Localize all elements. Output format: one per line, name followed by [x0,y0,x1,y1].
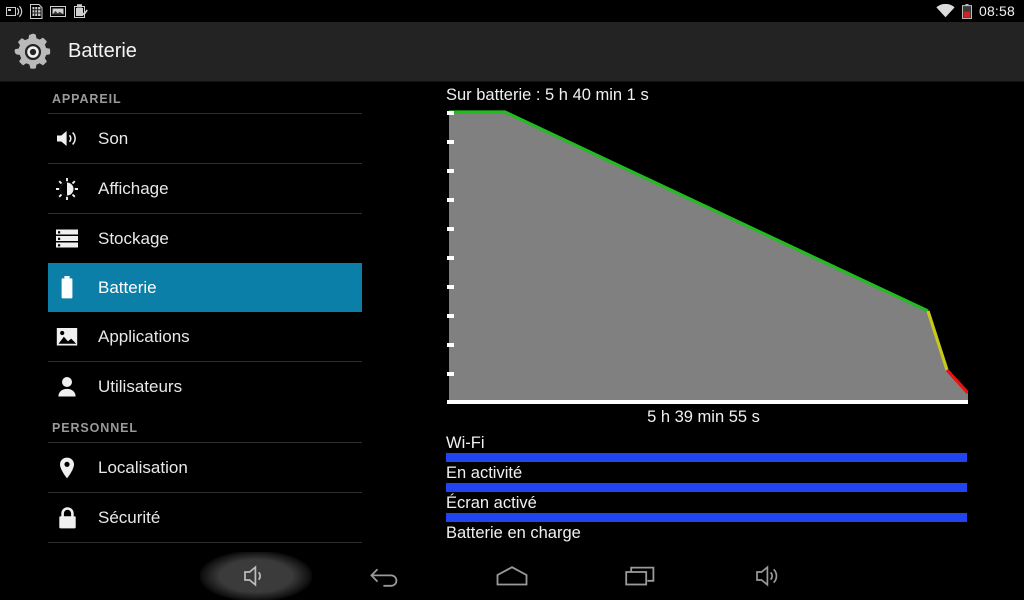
sidebar-item-label: Batterie [98,277,157,297]
sidebar-item-stockage[interactable]: Stockage [48,214,362,263]
sidebar-item-label: Sécurité [98,507,161,527]
sidebar-item-label: Applications [98,326,190,346]
location-pin-icon [54,455,80,481]
status-bar: 08:58 [0,0,1024,22]
volume-up-icon [756,565,778,587]
chart-area-fill [449,112,968,400]
settings-gear-icon[interactable] [12,31,54,73]
notification-icons[interactable] [0,3,88,19]
back-button[interactable] [328,552,440,600]
back-icon [370,568,398,587]
battery-usage-title: Sur batterie : 5 h 40 min 1 s [446,86,649,104]
action-bar: Batterie [0,22,1024,82]
sim-chip-icon [30,3,43,19]
battery-level-chart[interactable] [447,108,968,408]
battery-status-bars: Wi-Fi En activité Écran activé Batterie … [446,434,967,554]
sidebar-item-label: Son [98,128,129,148]
battery-detail-panel: Sur batterie : 5 h 40 min 1 s 5 h 39 min… [440,82,1024,552]
status-row-bar [446,513,967,522]
user-icon [54,374,80,400]
sidebar-item-batterie[interactable]: Batterie [48,263,362,312]
sidebar-item-applications[interactable]: Applications [48,312,362,361]
storage-icon [54,226,80,252]
status-row-en-activite[interactable]: En activité [446,464,967,494]
battery-icon [54,275,80,301]
status-row-label: Écran activé [446,494,537,512]
sidebar-item-label: Affichage [98,178,169,198]
image-icon [50,5,66,17]
sidebar-item-localisation[interactable]: Localisation [48,443,362,492]
lock-icon [54,505,80,531]
system-status-icons[interactable]: 08:58 [936,3,1024,19]
sidebar-item-utilisateurs[interactable]: Utilisateurs [48,362,362,411]
chart-x-axis-label: 5 h 39 min 55 s [647,408,760,426]
recents-button[interactable] [584,552,696,600]
wifi-icon [936,4,955,18]
chart-baseline [447,400,968,404]
applications-icon [54,324,80,350]
cast-device-icon [6,5,23,17]
status-row-ecran-active[interactable]: Écran activé [446,494,967,524]
status-row-wifi[interactable]: Wi-Fi [446,434,967,464]
status-row-label: En activité [446,464,523,482]
page-title: Batterie [68,40,137,62]
section-header-appareil: APPAREIL [52,92,122,106]
battery-chart-svg [447,110,968,404]
status-row-bar [446,453,967,462]
settings-sidebar[interactable]: APPAREIL Son Affichage Stockage Batterie… [0,82,440,552]
volume-down-button[interactable] [200,552,312,600]
status-row-label: Wi-Fi [446,434,485,452]
volume-up-button[interactable] [712,552,824,600]
home-button[interactable] [456,552,568,600]
battery-low-icon [961,3,972,19]
status-row-batterie-en-charge[interactable]: Batterie en charge [446,524,967,554]
sidebar-item-securite[interactable]: Sécurité [48,493,362,542]
recents-icon [625,566,655,586]
sidebar-item-label: Stockage [98,228,169,248]
home-icon [496,566,528,586]
sidebar-item-son[interactable]: Son [48,114,362,163]
status-row-label: Batterie en charge [446,524,581,542]
tablet-screen: 08:58 Batterie APPAREIL Son Affichage St… [0,0,1024,600]
content-area: APPAREIL Son Affichage Stockage Batterie… [0,82,1024,552]
clock: 08:58 [978,3,1015,19]
status-row-bar [446,483,967,492]
sidebar-item-partial[interactable] [54,543,440,552]
clipboard-check-icon [74,3,88,18]
volume-icon [54,126,80,152]
volume-down-icon [244,565,261,587]
sidebar-item-affichage[interactable]: Affichage [48,164,362,213]
partial-item-icon [60,543,86,552]
section-header-personnel: PERSONNEL [52,421,138,435]
sidebar-item-label: Localisation [98,457,188,477]
brightness-icon [54,176,80,202]
system-navigation-bar [0,552,1024,600]
sidebar-item-label: Utilisateurs [98,376,183,396]
